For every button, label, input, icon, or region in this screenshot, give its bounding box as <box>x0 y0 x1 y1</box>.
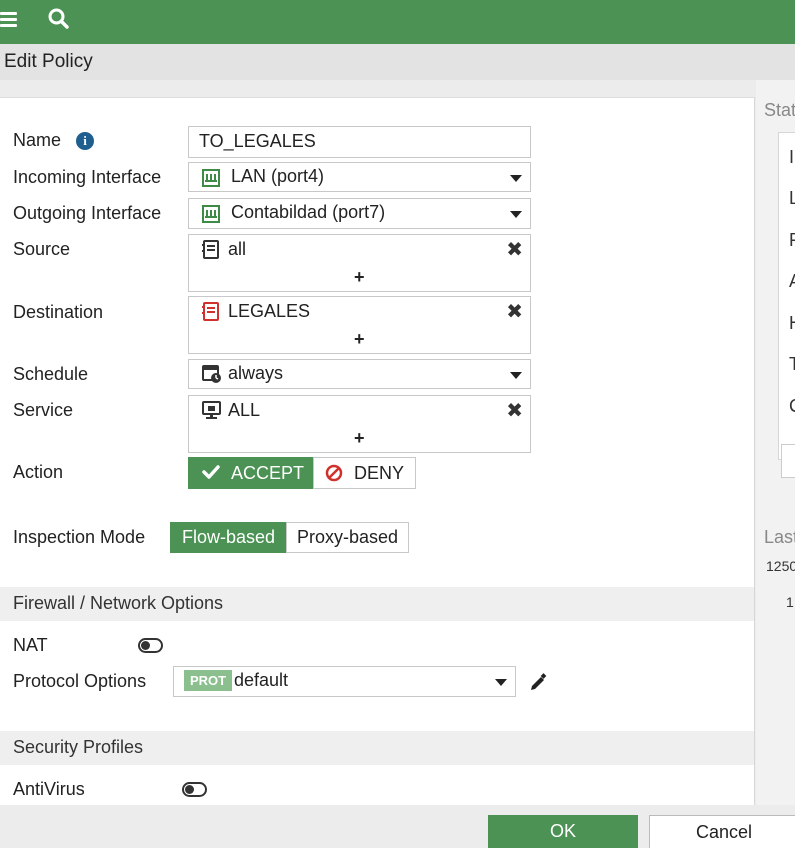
antivirus-toggle[interactable] <box>182 782 207 797</box>
add-icon[interactable]: + <box>354 267 365 288</box>
protocol-options-select[interactable]: PROT default <box>173 666 516 697</box>
outgoing-interface-select[interactable]: Contabildad (port7) <box>188 198 531 229</box>
firewall-network-options-header: Firewall / Network Options <box>0 587 754 621</box>
incoming-interface-select[interactable]: LAN (port4) <box>188 162 531 192</box>
statistics-heading: Stat <box>764 100 795 120</box>
remove-icon[interactable]: ✖ <box>506 237 523 262</box>
menu-icon[interactable] <box>0 7 18 31</box>
chevron-down-icon <box>495 679 507 686</box>
destination-label: Destination <box>13 302 104 322</box>
schedule-label: Schedule <box>13 364 89 384</box>
action-label: Action <box>13 462 64 482</box>
top-bar <box>0 0 795 44</box>
chevron-down-icon <box>510 175 522 182</box>
chevron-down-icon <box>510 211 522 218</box>
deny-icon <box>325 464 343 487</box>
service-field[interactable]: ALL ✖ + <box>188 395 531 453</box>
schedule-icon <box>202 365 222 389</box>
antivirus-label: AntiVirus <box>13 779 85 799</box>
remove-icon[interactable]: ✖ <box>506 398 523 423</box>
security-profiles-header: Security Profiles <box>0 731 754 765</box>
accept-button[interactable]: ACCEPT <box>188 457 313 489</box>
nat-label: NAT <box>13 635 48 655</box>
add-icon[interactable]: + <box>354 428 365 449</box>
incoming-interface-label: Incoming Interface <box>13 167 162 187</box>
interface-port-icon <box>202 169 220 192</box>
add-icon[interactable]: + <box>354 329 365 350</box>
flow-based-button[interactable]: Flow-based <box>170 522 287 553</box>
proxy-based-button[interactable]: Proxy-based <box>286 522 409 553</box>
interface-port-icon <box>202 205 220 228</box>
name-input[interactable]: TO_LEGALES <box>188 126 531 158</box>
side-panel-value: 1 <box>786 594 794 610</box>
address-group-icon <box>202 302 220 327</box>
protocol-badge: PROT <box>184 670 233 691</box>
address-icon <box>202 240 220 265</box>
statistics-box: I L F A H T C <box>778 132 795 460</box>
deny-button[interactable]: DENY <box>313 457 416 489</box>
outgoing-interface-label: Outgoing Interface <box>13 203 162 223</box>
source-field[interactable]: all ✖ + <box>188 234 531 292</box>
schedule-select[interactable]: always <box>188 359 531 389</box>
name-label: Name i <box>13 130 95 151</box>
chevron-down-icon <box>510 372 522 379</box>
last-used-label: Last <box>764 527 795 547</box>
nat-toggle[interactable] <box>138 638 163 653</box>
title-bar: Edit Policy <box>0 44 795 80</box>
inspection-mode-label: Inspection Mode <box>13 527 146 547</box>
checkmark-icon <box>202 464 220 485</box>
protocol-options-label: Protocol Options <box>13 671 147 691</box>
service-label: Service <box>13 400 74 420</box>
side-panel-button[interactable] <box>781 444 795 478</box>
destination-field[interactable]: LEGALES ✖ + <box>188 296 531 354</box>
remove-icon[interactable]: ✖ <box>506 299 523 324</box>
side-panel-value: 1250 <box>766 558 795 574</box>
statistics-side-panel: Stat I L F A H T C Last 1250 1 <box>756 80 795 805</box>
edit-pencil-icon[interactable] <box>529 673 547 696</box>
cancel-button[interactable]: Cancel <box>649 815 795 848</box>
ok-button[interactable]: OK <box>488 815 638 848</box>
search-icon[interactable] <box>47 7 71 31</box>
source-label: Source <box>13 239 71 259</box>
info-icon[interactable]: i <box>76 132 95 150</box>
service-icon <box>202 401 222 425</box>
page-title: Edit Policy <box>4 51 93 72</box>
edit-policy-panel: Name i TO_LEGALES Incoming Interface LAN… <box>0 97 755 805</box>
